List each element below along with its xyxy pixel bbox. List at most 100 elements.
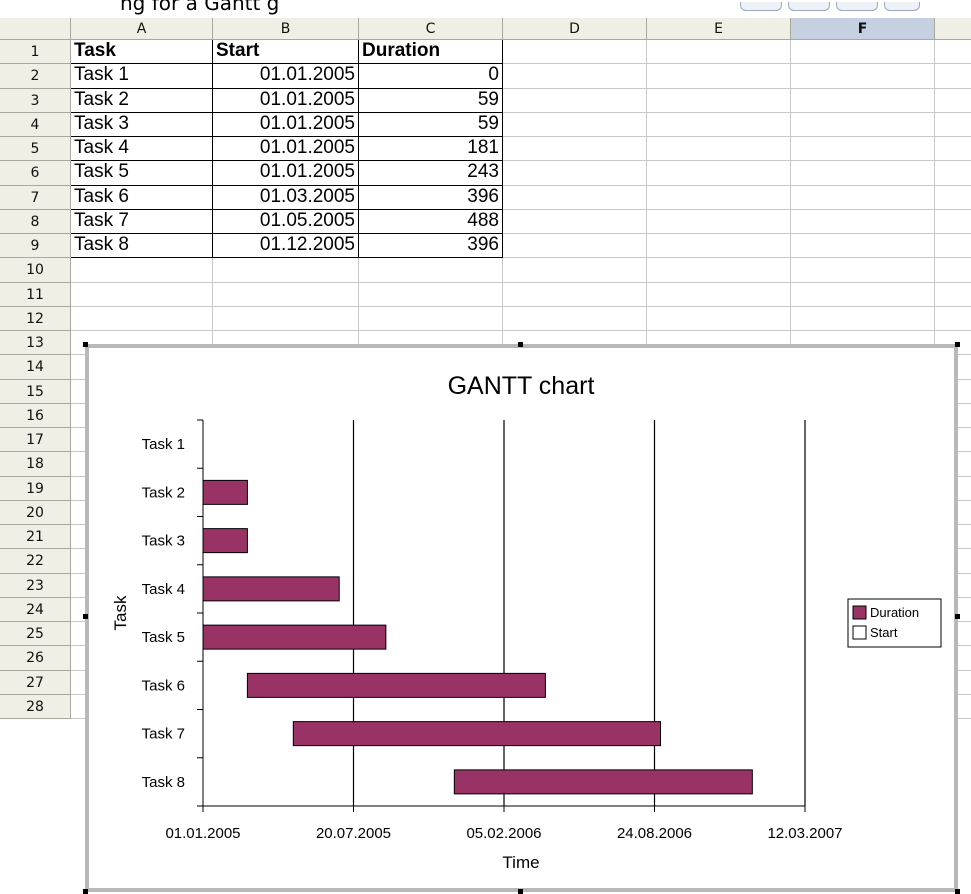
- empty-cell[interactable]: [935, 258, 971, 283]
- data-cell[interactable]: Task 3: [71, 112, 213, 137]
- data-cell[interactable]: 488: [359, 209, 503, 234]
- data-cell[interactable]: 59: [359, 112, 503, 137]
- row-header[interactable]: 20: [0, 500, 71, 525]
- empty-cell[interactable]: [213, 258, 359, 283]
- empty-cell[interactable]: [935, 186, 971, 210]
- row-header[interactable]: 17: [0, 428, 71, 453]
- column-header-c[interactable]: C: [359, 18, 503, 40]
- empty-cell[interactable]: [71, 258, 213, 283]
- empty-cell[interactable]: [503, 161, 647, 186]
- window-button[interactable]: [884, 2, 920, 11]
- row-header[interactable]: 19: [0, 476, 71, 501]
- resize-handle[interactable]: [518, 342, 523, 347]
- data-cell[interactable]: 0: [359, 64, 503, 89]
- empty-cell[interactable]: [647, 64, 791, 89]
- resize-handle[interactable]: [955, 614, 960, 619]
- empty-cell[interactable]: [791, 234, 935, 259]
- empty-cell[interactable]: [503, 306, 647, 331]
- empty-cell[interactable]: [213, 282, 359, 307]
- row-header[interactable]: 10: [0, 258, 71, 283]
- row-header[interactable]: 2: [0, 64, 71, 89]
- empty-cell[interactable]: [791, 64, 935, 89]
- row-header[interactable]: 22: [0, 549, 71, 574]
- empty-cell[interactable]: [935, 40, 971, 65]
- row-header[interactable]: 5: [0, 137, 71, 162]
- empty-cell[interactable]: [647, 88, 791, 113]
- row-header[interactable]: 12: [0, 306, 71, 331]
- data-cell[interactable]: 01.01.2005: [213, 137, 359, 162]
- empty-cell[interactable]: [647, 258, 791, 283]
- empty-cell[interactable]: [791, 185, 935, 210]
- empty-cell[interactable]: [503, 234, 647, 259]
- spreadsheet-grid[interactable]: ABCDEF 1 2 3 4 5 6 7 8 9 10 11 12 13 14 15 16 17 18 19 20 21…: [0, 18, 971, 894]
- row-header[interactable]: 25: [0, 622, 71, 647]
- empty-cell[interactable]: [935, 283, 971, 307]
- row-header[interactable]: 14: [0, 355, 71, 380]
- data-cell[interactable]: Task 2: [71, 88, 213, 113]
- select-all-corner[interactable]: [0, 18, 71, 40]
- row-header[interactable]: 24: [0, 597, 71, 622]
- empty-cell[interactable]: [935, 210, 971, 234]
- header-cell[interactable]: Start: [213, 40, 359, 65]
- empty-cell[interactable]: [647, 209, 791, 234]
- empty-cell[interactable]: [935, 234, 971, 259]
- empty-cell[interactable]: [359, 306, 503, 331]
- empty-cell[interactable]: [647, 40, 791, 65]
- row-header[interactable]: 28: [0, 694, 71, 719]
- data-cell[interactable]: Task 8: [71, 234, 213, 259]
- empty-cell[interactable]: [791, 209, 935, 234]
- empty-cell[interactable]: [791, 306, 935, 331]
- row-header[interactable]: 11: [0, 282, 71, 307]
- row-header[interactable]: 16: [0, 403, 71, 428]
- empty-cell[interactable]: [359, 282, 503, 307]
- column-header-a[interactable]: A: [71, 18, 213, 40]
- data-cell[interactable]: 181: [359, 137, 503, 162]
- row-header[interactable]: 7: [0, 185, 71, 210]
- empty-cell[interactable]: [647, 185, 791, 210]
- data-cell[interactable]: Task 7: [71, 209, 213, 234]
- data-cell[interactable]: 01.01.2005: [213, 161, 359, 186]
- empty-cell[interactable]: [935, 161, 971, 186]
- empty-cell[interactable]: [359, 258, 503, 283]
- empty-cell[interactable]: [647, 306, 791, 331]
- empty-cell[interactable]: [791, 112, 935, 137]
- empty-cell[interactable]: [503, 209, 647, 234]
- data-cell[interactable]: 01.05.2005: [213, 209, 359, 234]
- resize-handle[interactable]: [83, 614, 88, 619]
- empty-cell[interactable]: [935, 64, 971, 89]
- empty-cell[interactable]: [935, 89, 971, 113]
- empty-cell[interactable]: [791, 88, 935, 113]
- empty-cell[interactable]: [503, 40, 647, 65]
- column-header-d[interactable]: D: [503, 18, 647, 40]
- empty-cell[interactable]: [503, 258, 647, 283]
- row-header[interactable]: 9: [0, 234, 71, 259]
- header-cell[interactable]: Task: [71, 40, 213, 65]
- empty-cell[interactable]: [71, 306, 213, 331]
- data-cell[interactable]: 59: [359, 88, 503, 113]
- row-header[interactable]: 27: [0, 670, 71, 695]
- row-header[interactable]: 1: [0, 40, 71, 65]
- resize-handle[interactable]: [955, 342, 960, 347]
- empty-cell[interactable]: [503, 64, 647, 89]
- embedded-chart[interactable]: GANTT chart Task 1 Task 2 Task 3 Task 4 Task…: [85, 344, 958, 892]
- empty-cell[interactable]: [503, 137, 647, 162]
- empty-cell[interactable]: [213, 306, 359, 331]
- resize-handle[interactable]: [518, 889, 523, 894]
- row-header[interactable]: 15: [0, 379, 71, 404]
- data-cell[interactable]: 396: [359, 234, 503, 259]
- empty-cell[interactable]: [935, 113, 971, 137]
- empty-cell[interactable]: [503, 185, 647, 210]
- data-cell[interactable]: 01.01.2005: [213, 64, 359, 89]
- empty-cell[interactable]: [647, 234, 791, 259]
- data-cell[interactable]: Task 1: [71, 64, 213, 89]
- row-header[interactable]: 6: [0, 161, 71, 186]
- column-header-e[interactable]: E: [647, 18, 791, 40]
- resize-handle[interactable]: [955, 889, 960, 894]
- data-cell[interactable]: 396: [359, 185, 503, 210]
- empty-cell[interactable]: [503, 88, 647, 113]
- empty-cell[interactable]: [647, 161, 791, 186]
- empty-cell[interactable]: [791, 137, 935, 162]
- row-header[interactable]: 23: [0, 573, 71, 598]
- column-header-b[interactable]: B: [213, 18, 359, 40]
- window-button[interactable]: [788, 2, 830, 11]
